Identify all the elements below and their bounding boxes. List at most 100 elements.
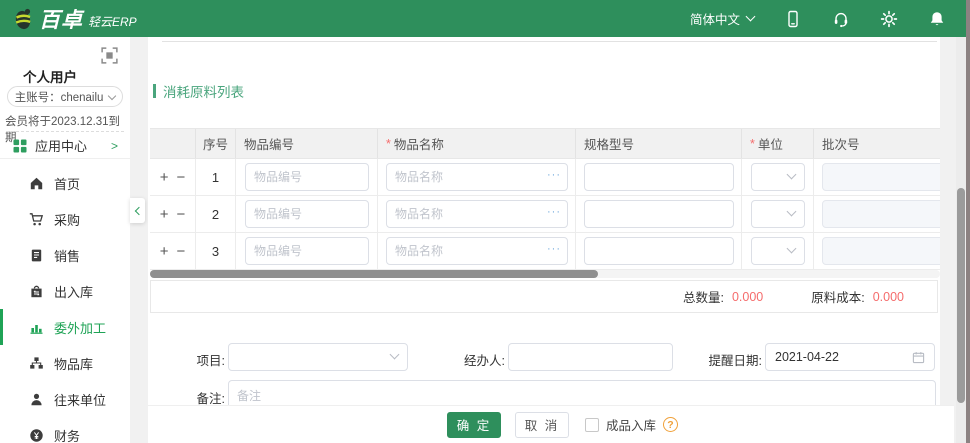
sidebar-item-outsourcing[interactable]: 委外加工 — [0, 309, 130, 345]
app-center-menu[interactable]: 应用中心 > — [0, 133, 130, 159]
brand-logo[interactable]: 百卓 轻云ERP — [12, 4, 137, 34]
sidebar-item-label: 销售 — [54, 246, 80, 265]
vertical-scrollbar-thumb[interactable] — [957, 188, 965, 403]
help-icon[interactable]: ? — [663, 417, 678, 432]
chevron-down-icon — [746, 12, 756, 22]
outer-scrollbar[interactable] — [966, 0, 970, 443]
main-panel: 消耗原料列表 序号 物品编号 * 物品名称 规格型号 * 单位 批次号 — [148, 37, 940, 443]
sidebar-item-purchase[interactable]: 采购 — [0, 201, 130, 237]
col-header-index: 序号 — [196, 129, 236, 158]
user-type-label: 个人用户 — [0, 66, 100, 86]
topbar-actions: 简体中文 — [690, 9, 946, 28]
remove-row-icon[interactable]: − — [177, 170, 186, 185]
table-row: + − 2 ··· — [150, 196, 940, 233]
scrolled-box-border — [162, 41, 937, 42]
agent-input[interactable] — [508, 343, 673, 371]
row-op-cell: + − — [150, 233, 196, 269]
item-code-input[interactable] — [245, 163, 369, 191]
finished-goods-label: 成品入库 — [606, 415, 656, 434]
dashed-divider — [6, 131, 124, 132]
required-asterisk: * — [386, 137, 391, 151]
app-center-label: 应用中心 — [35, 136, 87, 155]
brand-subname: 轻云ERP — [88, 13, 137, 30]
col-header-op — [150, 129, 196, 158]
spec-input[interactable] — [584, 200, 734, 228]
more-options-icon[interactable]: ··· — [547, 170, 561, 181]
add-row-icon[interactable]: + — [160, 170, 169, 185]
col-header-spec: 规格型号 — [576, 129, 742, 158]
unit-select[interactable] — [751, 200, 805, 228]
item-name-field: ··· — [386, 200, 568, 228]
language-label: 简体中文 — [690, 9, 740, 28]
more-options-icon[interactable]: ··· — [547, 244, 561, 255]
sidebar-item-label: 首页 — [54, 174, 80, 193]
item-name-field: ··· — [386, 237, 568, 265]
sidebar-item-label: 出入库 — [54, 282, 93, 301]
item-name-input[interactable] — [386, 200, 568, 228]
remind-date-label: 提醒日期: — [693, 350, 762, 369]
warehouse-icon — [29, 284, 44, 299]
top-header-bar: 百卓 轻云ERP 简体中文 — [0, 0, 966, 37]
horizontal-scrollbar-thumb[interactable] — [150, 270, 598, 278]
remove-row-icon[interactable]: − — [177, 244, 186, 259]
items-icon — [29, 356, 44, 371]
item-name-input[interactable] — [386, 163, 568, 191]
chevron-down-icon — [787, 207, 797, 217]
batch-input — [822, 163, 940, 191]
confirm-button[interactable]: 确 定 — [447, 412, 501, 438]
notification-bell-icon[interactable] — [928, 10, 946, 28]
calendar-icon — [912, 351, 925, 364]
language-selector[interactable]: 简体中文 — [690, 9, 754, 28]
sidebar-collapse-button[interactable] — [130, 198, 145, 223]
item-name-field: ··· — [386, 163, 568, 191]
mobile-app-icon[interactable] — [784, 10, 802, 28]
materials-table: 序号 物品编号 * 物品名称 规格型号 * 单位 批次号 + − — [150, 128, 940, 270]
batch-input — [822, 237, 940, 265]
sidebar-item-warehouse[interactable]: 出入库 — [0, 273, 130, 309]
sidebar-item-finance[interactable]: 财务 — [0, 417, 130, 443]
settings-gear-icon[interactable] — [880, 10, 898, 28]
sidebar-menu: 首页 采购 销售 — [0, 165, 130, 443]
totals-bar: 总数量: 0.000 原料成本: 0.000 — [150, 280, 938, 313]
sidebar-item-items[interactable]: 物品库 — [0, 345, 130, 381]
col-header-name: * 物品名称 — [378, 129, 576, 158]
finished-goods-checkbox[interactable] — [585, 418, 599, 432]
account-selector[interactable]: 主账号：chenailu — [7, 86, 123, 107]
remind-date-picker[interactable]: 2021-04-22 — [765, 343, 935, 371]
spec-input[interactable] — [584, 163, 734, 191]
section-title-text: 消耗原料列表 — [163, 81, 244, 101]
item-name-input[interactable] — [386, 237, 568, 265]
action-footer: 确 定 取 消 成品入库 ? — [148, 405, 954, 443]
item-code-input[interactable] — [245, 200, 369, 228]
sidebar: 个人用户 主账号：chenailu 会员将于2023.12.31到期 应用中心 … — [0, 37, 130, 443]
project-label: 项目: — [160, 350, 225, 369]
app-grid-icon — [13, 139, 27, 153]
sidebar-item-partners[interactable]: 往来单位 — [0, 381, 130, 417]
remove-row-icon[interactable]: − — [177, 207, 186, 222]
row-op-cell: + − — [150, 196, 196, 232]
chevron-left-icon — [134, 206, 142, 214]
item-code-input[interactable] — [245, 237, 369, 265]
more-options-icon[interactable]: ··· — [547, 207, 561, 218]
project-select[interactable] — [228, 343, 408, 371]
chevron-down-icon — [787, 170, 797, 180]
sidebar-item-sales[interactable]: 销售 — [0, 237, 130, 273]
material-cost-label: 原料成本: — [811, 287, 864, 306]
qr-scan-icon[interactable] — [100, 46, 119, 65]
spec-input[interactable] — [584, 237, 734, 265]
cart-icon — [29, 212, 44, 227]
total-qty-value: 0.000 — [732, 290, 763, 304]
customer-service-icon[interactable] — [832, 10, 850, 28]
cancel-button[interactable]: 取 消 — [515, 412, 569, 438]
unit-select[interactable] — [751, 237, 805, 265]
finished-goods-option: 成品入库 ? — [585, 415, 678, 434]
add-row-icon[interactable]: + — [160, 244, 169, 259]
remind-date-value: 2021-04-22 — [775, 350, 839, 364]
sidebar-item-label: 采购 — [54, 210, 80, 229]
unit-select[interactable] — [751, 163, 805, 191]
col-header-unit: * 单位 — [742, 129, 814, 158]
add-row-icon[interactable]: + — [160, 207, 169, 222]
sidebar-item-home[interactable]: 首页 — [0, 165, 130, 201]
material-cost-value: 0.000 — [873, 290, 904, 304]
row-index: 2 — [196, 196, 236, 232]
